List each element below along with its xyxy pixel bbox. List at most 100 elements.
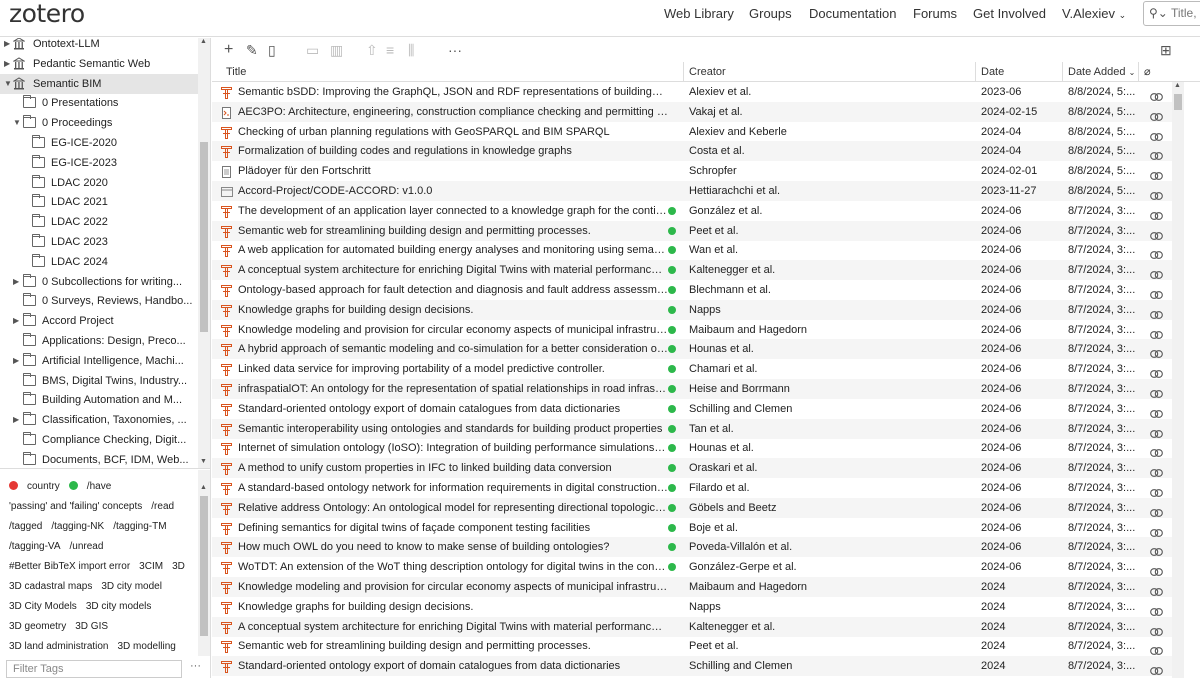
table-row[interactable]: Knowledge graphs for building design dec…	[212, 597, 1172, 617]
attachment-link-icon[interactable]	[1150, 504, 1163, 517]
attachment-link-icon[interactable]	[1150, 108, 1163, 121]
table-row[interactable]: Ontology-based approach for fault detect…	[212, 280, 1172, 300]
table-row[interactable]: The development of an application layer …	[212, 201, 1172, 221]
tag[interactable]: #Better BibTeX import error	[9, 561, 130, 572]
tag[interactable]: 3D city models	[86, 601, 152, 612]
table-row[interactable]: Semantic bSDD: Improving the GraphQL, JS…	[212, 82, 1172, 102]
tag[interactable]: 3D GIS	[75, 621, 108, 632]
table-row[interactable]: A method to unify custom properties in I…	[212, 458, 1172, 479]
attachment-link-icon[interactable]	[1150, 88, 1163, 101]
attachment-link-icon[interactable]	[1150, 167, 1163, 181]
nav-groups[interactable]: Groups	[749, 0, 792, 28]
scroll-up-arrow-icon[interactable]: ▲	[200, 484, 207, 491]
collection-item[interactable]: ▶ Pedantic Semantic Web	[0, 54, 198, 74]
tag[interactable]: /tagged	[9, 521, 42, 532]
expanded-twisty-icon[interactable]: ▼	[13, 113, 21, 133]
zotero-logo[interactable]: zotero	[9, 0, 85, 28]
attachment-link-icon[interactable]	[1150, 603, 1163, 616]
attachment-link-icon[interactable]	[1150, 385, 1163, 398]
column-creator[interactable]: Creator	[684, 62, 976, 82]
table-row[interactable]: Semantic web for streamlining building d…	[212, 220, 1172, 241]
nav-web-library[interactable]: Web Library	[664, 0, 734, 28]
colored-tag[interactable]: country	[9, 481, 60, 492]
table-row[interactable]: Plädoyer für den Fortschritt Schropfer 202…	[212, 161, 1172, 181]
collection-item[interactable]: LDAC 2022	[0, 212, 198, 232]
collection-item[interactable]: EG-ICE-2020	[0, 133, 198, 153]
scroll-up-arrow-icon[interactable]: ▲	[200, 38, 207, 45]
collection-item[interactable]: ▶ Accord Project	[0, 311, 198, 331]
tag[interactable]: 'passing' and 'failing' concepts	[9, 501, 142, 512]
table-row[interactable]: Standard-oriented ontology export of dom…	[212, 656, 1172, 677]
table-row[interactable]: Semantic web for streamlining building d…	[212, 636, 1172, 656]
filter-tags-input[interactable]: Filter Tags	[6, 660, 182, 678]
table-row[interactable]: AEC3PO: Architecture, engineering, const…	[212, 101, 1172, 122]
tag[interactable]: 3D modelling	[118, 641, 176, 652]
collection-item[interactable]: LDAC 2021	[0, 192, 198, 212]
new-item-icon[interactable]: +	[224, 42, 233, 58]
table-row[interactable]: Linked data service for improving portab…	[212, 359, 1172, 379]
collection-item[interactable]: ▶ Ontotext-LLM	[0, 38, 198, 54]
table-row[interactable]: infraspatialOT: An ontology for the repr…	[212, 379, 1172, 399]
attachment-link-icon[interactable]	[1150, 444, 1163, 458]
tag-menu-button[interactable]: ···	[190, 660, 201, 672]
nav-get-involved[interactable]: Get Involved	[973, 0, 1046, 28]
collection-item[interactable]: ▼ 0 Proceedings	[0, 113, 198, 133]
tag[interactable]: /tagging-NK	[51, 521, 104, 532]
collapsed-twisty-icon[interactable]: ▶	[13, 410, 21, 430]
tag[interactable]: 3CIM	[139, 561, 163, 572]
collection-item[interactable]: ▶ 0 Subcollections for writing...	[0, 272, 198, 292]
user-menu-button[interactable]: V.Alexiev ⌄	[1062, 0, 1126, 28]
table-row[interactable]: Semantic interoperability using ontologi…	[212, 418, 1172, 439]
collection-item[interactable]: EG-ICE-2023	[0, 153, 198, 173]
trash-icon[interactable]: ▥	[330, 42, 343, 58]
more-menu-icon[interactable]: ···	[448, 42, 462, 58]
attachment-link-icon[interactable]	[1150, 464, 1163, 478]
magic-wand-icon[interactable]: ✎	[246, 42, 258, 58]
collapsed-twisty-icon[interactable]: ▶	[4, 38, 12, 54]
attachment-link-icon[interactable]	[1150, 306, 1163, 319]
tag[interactable]: /tagging-TM	[113, 521, 166, 532]
collection-item[interactable]: Compliance Checking, Digit...	[0, 430, 198, 450]
collection-item[interactable]: 0 Presentations	[0, 93, 198, 113]
collapsed-twisty-icon[interactable]: ▶	[13, 272, 21, 292]
collection-item[interactable]: ▶ Artificial Intelligence, Machi...	[0, 351, 198, 371]
tag[interactable]: 3D city model	[101, 581, 162, 592]
collection-item[interactable]: Applications: Design, Preco...	[0, 331, 198, 351]
collapsed-twisty-icon[interactable]: ▶	[13, 311, 21, 331]
collection-item[interactable]: LDAC 2023	[0, 232, 198, 252]
new-note-icon[interactable]: ▯	[268, 42, 276, 58]
table-row[interactable]: Defining semantics for digital twins of …	[212, 518, 1172, 538]
scrollbar-thumb[interactable]	[1174, 94, 1182, 110]
expanded-twisty-icon[interactable]: ▼	[4, 74, 12, 94]
collection-item[interactable]: LDAC 2024	[0, 252, 198, 272]
tag[interactable]: 3D land administration	[9, 641, 109, 652]
attachment-link-icon[interactable]	[1150, 187, 1163, 200]
collapsed-twisty-icon[interactable]: ▶	[4, 54, 12, 74]
table-row[interactable]: Knowledge modeling and provision for cir…	[212, 320, 1172, 340]
attachment-link-icon[interactable]	[1150, 425, 1163, 438]
collection-item[interactable]: ▶ Classification, Taxonomies, ...	[0, 410, 198, 430]
attachment-link-icon[interactable]	[1150, 326, 1163, 339]
tag[interactable]: /read	[151, 501, 174, 512]
attachment-link-icon[interactable]	[1150, 345, 1163, 359]
colored-tag[interactable]: /have	[68, 481, 111, 492]
attachment-link-icon[interactable]	[1150, 623, 1163, 636]
attachment-link-icon[interactable]	[1150, 207, 1163, 220]
collapsed-twisty-icon[interactable]: ▶	[13, 351, 21, 371]
scrollbar-thumb[interactable]	[200, 496, 208, 636]
nav-forums[interactable]: Forums	[913, 0, 957, 28]
table-row[interactable]: Knowledge modeling and provision for cir…	[212, 577, 1172, 597]
table-row[interactable]: A hybrid approach of semantic modeling a…	[212, 339, 1172, 360]
add-to-collection-icon[interactable]: ▭	[306, 42, 319, 58]
nav-documentation[interactable]: Documentation	[809, 0, 896, 28]
collection-item[interactable]: BMS, Digital Twins, Industry...	[0, 371, 198, 391]
table-row[interactable]: Standard-oriented ontology export of dom…	[212, 399, 1172, 419]
collection-item[interactable]: ▼ Semantic BIM	[0, 73, 198, 94]
column-title[interactable]: Title	[221, 62, 684, 82]
attachment-link-icon[interactable]	[1150, 524, 1163, 537]
attachment-link-icon[interactable]	[1150, 227, 1163, 240]
column-picker-icon[interactable]: ⊞	[1160, 42, 1172, 58]
search-input[interactable]: ⚲⌄ Title, C	[1143, 1, 1200, 26]
tag[interactable]: /unread	[70, 541, 104, 552]
attachment-link-icon[interactable]	[1150, 662, 1163, 676]
